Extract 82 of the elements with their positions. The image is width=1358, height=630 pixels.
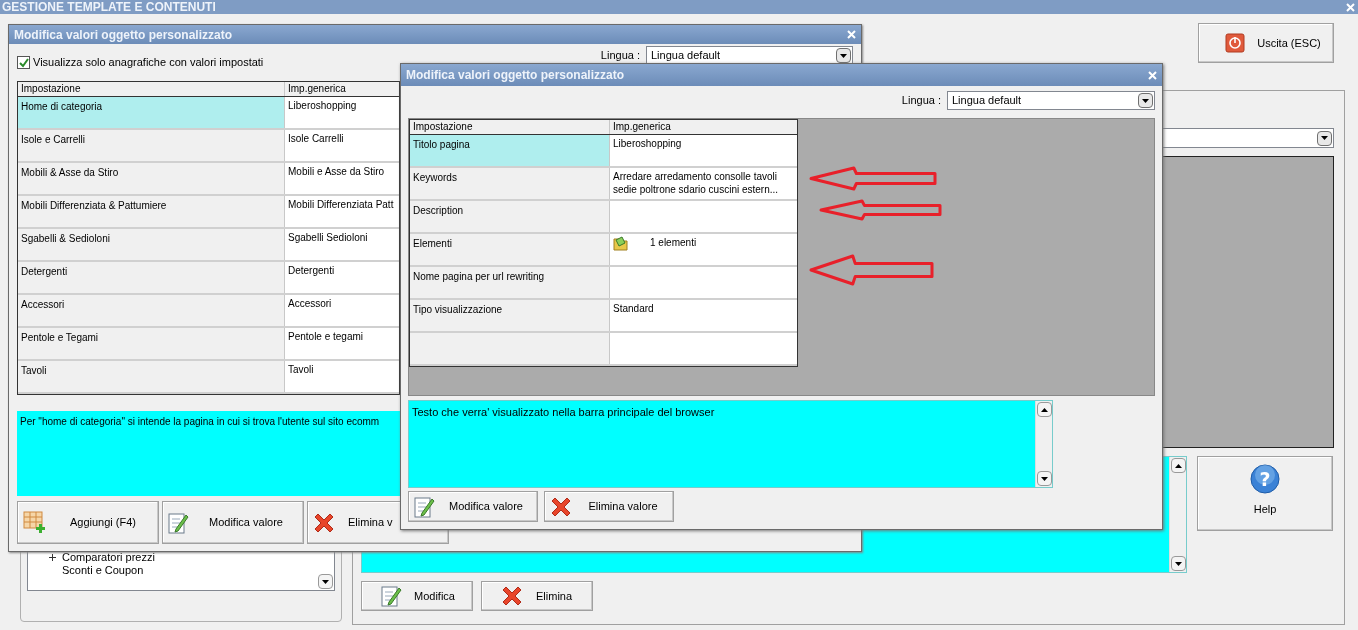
column-header[interactable]: Imp.generica [285, 82, 399, 96]
language-dropdown[interactable]: Lingua default [947, 91, 1155, 110]
column-header[interactable]: Imp.generica [610, 120, 797, 134]
power-icon [1225, 33, 1245, 53]
table-row[interactable]: Nome pagina per url rewriting [410, 267, 797, 300]
table-cell: Detergenti [288, 264, 335, 277]
cross-icon [500, 584, 524, 608]
table-cell: Mobili Differenziata Patt [288, 198, 394, 211]
table-cell: Detergenti [21, 266, 68, 277]
action-button[interactable]: Elimina [481, 581, 593, 611]
checkbox-label[interactable]: Visualizza solo anagrafiche con valori impostati [33, 54, 264, 71]
app-title: GESTIONE TEMPLATE E CONTENUTI [2, 0, 216, 14]
folder-icon [613, 236, 629, 251]
table-cell: Accessori [288, 297, 332, 310]
table-cell: Nome pagina per url rewriting [413, 271, 545, 282]
column-header[interactable]: Impostazione [18, 82, 285, 96]
table-cell: Pentole e tegami [288, 330, 364, 343]
table-cell: Mobili & Asse da Stiro [21, 167, 119, 178]
scroll-up-icon[interactable] [1037, 402, 1052, 417]
window-title: Modifica valori oggetto personalizzato [14, 26, 233, 44]
table-cell: Mobili Differenziata & Pattumiere [21, 200, 167, 211]
table-cell: Sgabelli Sedioloni [288, 231, 368, 244]
expand-icon[interactable] [48, 553, 57, 562]
column-header[interactable]: Impostazione [410, 120, 610, 134]
table-row[interactable]: Elementi 1 elementi [410, 234, 797, 267]
notepad-pencil-icon [380, 584, 402, 608]
action-button[interactable]: Aggiungi (F4) [17, 501, 159, 544]
text-area[interactable]: Testo che verra' visualizzato nella barra principale del browser [408, 400, 1053, 488]
scroll-down-icon[interactable] [1037, 471, 1052, 486]
table-cell: Titolo pagina [413, 139, 470, 150]
close-icon[interactable] [1148, 70, 1157, 80]
check-icon [18, 57, 29, 68]
table-cell: Mobili e Asse da Stiro [288, 165, 385, 178]
close-icon[interactable] [1346, 2, 1355, 12]
action-button[interactable]: Modifica [361, 581, 473, 611]
table-cell: Elementi [413, 238, 452, 249]
table-row[interactable]: Description [410, 201, 797, 234]
tree-item[interactable]: Sconti e Coupon [62, 564, 144, 577]
table-cell: Tipo visualizzazione [413, 304, 503, 315]
table-cell: Tavoli [288, 363, 314, 376]
table-cell: Liberoshopping [613, 137, 682, 150]
table-cell: 1 elementi [650, 236, 697, 249]
close-icon[interactable] [847, 30, 856, 39]
window-title: Modifica valori oggetto personalizzato [406, 67, 625, 84]
scrollbar[interactable] [1169, 457, 1186, 572]
table-cell-text: Arredare arredamento consolle tavoli sedie poltrone sdario cuscini estern... [613, 170, 780, 196]
table-cell: Home di categoria [21, 101, 103, 112]
table-cell: Pentole e Tegami [21, 332, 99, 343]
notepad-pencil-icon [167, 510, 189, 535]
help-button[interactable]: ? Help [1197, 456, 1333, 531]
scroll-up-icon[interactable] [1171, 458, 1186, 473]
checkbox[interactable] [17, 56, 30, 69]
table-cell: Description [413, 205, 464, 216]
tree-item[interactable]: Comparatori prezzi [62, 551, 155, 564]
help-icon: ? [1249, 463, 1281, 495]
language-label: Lingua : [600, 48, 640, 64]
action-button[interactable]: Modifica valore [408, 491, 538, 522]
table-cell: Tavoli [21, 365, 47, 376]
description-text: Per "home di categoria" si intende la pagina in cui si trova l'utente sul sito ecomm [20, 416, 380, 427]
table-row[interactable]: Tipo visualizzazione Standard [410, 300, 797, 333]
dropdown-arrow-icon[interactable] [836, 48, 851, 63]
table-cell: Isole e Carrelli [21, 134, 85, 145]
table-cell: Keywords [413, 172, 457, 183]
action-button[interactable]: Uscita (ESC) [1198, 23, 1334, 63]
scroll-down-icon[interactable] [1171, 556, 1186, 571]
table-plus-icon [22, 509, 48, 536]
scrollbar[interactable] [1035, 401, 1052, 487]
table-cell: Liberoshopping [288, 99, 357, 112]
table-row[interactable]: Keywords Arredare arredamento consolle tavoli sedie poltrone sdario cuscini estern... [410, 168, 797, 201]
description-text: Testo che verra' visualizzato nella barra principale del browser [411, 405, 716, 420]
notepad-pencil-icon [413, 494, 435, 519]
scroll-down-icon[interactable] [318, 574, 333, 589]
dropdown-arrow-icon[interactable] [1138, 93, 1153, 108]
language-label: Lingua : [901, 93, 941, 109]
table-cell: Standard [613, 302, 654, 315]
table-cell: Accessori [21, 299, 65, 310]
table-cell: Sgabelli & Sedioloni [21, 233, 110, 244]
dropdown-arrow-icon[interactable] [1317, 130, 1332, 146]
table-row[interactable]: Titolo pagina Liberoshopping [410, 135, 797, 168]
table-cell: Isole Carrelli [288, 132, 344, 145]
action-button[interactable]: Elimina valore [544, 491, 674, 522]
action-button[interactable]: Modifica valore [162, 501, 304, 544]
